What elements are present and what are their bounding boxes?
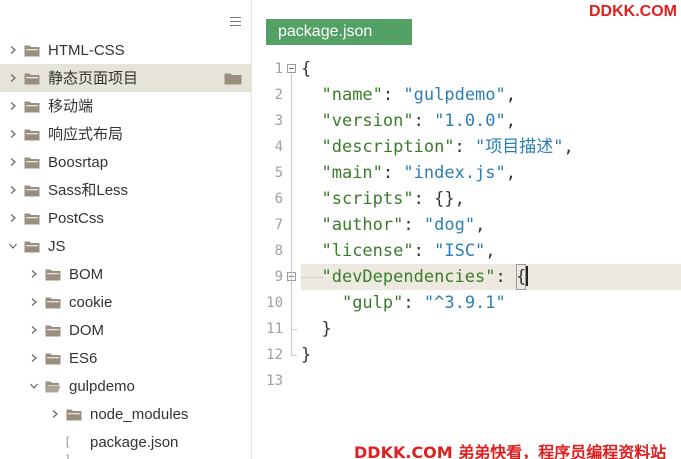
tree-item-label: package.json bbox=[90, 434, 179, 451]
line-number: 10 bbox=[266, 295, 283, 311]
code-editor[interactable]: package.json 1 {2 "name": "gulpdemo", 3 "v… bbox=[253, 0, 681, 459]
folder-open-icon bbox=[45, 380, 61, 393]
line-number: 11 bbox=[266, 321, 283, 337]
line-number: 2 bbox=[274, 87, 283, 103]
chevron-right-icon[interactable] bbox=[8, 213, 18, 223]
tree-item-html-css[interactable]: HTML-CSS bbox=[0, 36, 252, 64]
line-number: 6 bbox=[274, 191, 283, 207]
folder-icon bbox=[45, 324, 61, 337]
folder-icon bbox=[24, 240, 40, 253]
open-folder-action-icon[interactable] bbox=[224, 72, 242, 85]
tree-item-package-json[interactable]: [ ] package.json bbox=[0, 428, 252, 459]
folder-icon bbox=[45, 268, 61, 281]
chevron-right-icon[interactable] bbox=[8, 157, 18, 167]
tree-item-label: ES6 bbox=[69, 350, 98, 367]
folder-icon bbox=[24, 72, 40, 85]
tree-item-gulpdemo[interactable]: gulpdemo bbox=[0, 372, 252, 400]
folder-icon bbox=[24, 184, 40, 197]
code-line[interactable]: "main": "index.js", bbox=[301, 160, 516, 186]
line-number: 5 bbox=[274, 165, 283, 181]
chevron-right-icon[interactable] bbox=[8, 73, 18, 83]
folder-icon bbox=[24, 44, 40, 57]
hamburger-menu-icon[interactable] bbox=[230, 17, 241, 26]
fold-guide bbox=[291, 74, 292, 355]
tree-item-label: 响应式布局 bbox=[48, 126, 124, 143]
code-line[interactable]: "version": "1.0.0", bbox=[301, 108, 516, 134]
chevron-right-icon[interactable] bbox=[8, 101, 18, 111]
folder-icon bbox=[24, 156, 40, 169]
chevron-down-icon[interactable] bbox=[29, 381, 39, 391]
watermark-top: DDKK.COM bbox=[589, 3, 677, 20]
tree-item-label: gulpdemo bbox=[69, 378, 135, 395]
tree-item-sass-less[interactable]: Sass和Less bbox=[0, 176, 252, 204]
tree-item-boosrtap[interactable]: Boosrtap bbox=[0, 148, 252, 176]
code-line[interactable]: } bbox=[301, 342, 311, 368]
tree-item-label: cookie bbox=[69, 294, 113, 311]
tree-item-cookie[interactable]: cookie bbox=[0, 288, 252, 316]
tree-item-es6[interactable]: ES6 bbox=[0, 344, 252, 372]
chevron-right-icon[interactable] bbox=[29, 297, 39, 307]
chevron-right-icon[interactable] bbox=[29, 269, 39, 279]
code-line[interactable]: } bbox=[301, 316, 331, 342]
tree-item-label: BOM bbox=[69, 266, 104, 283]
tree-item-label: Boosrtap bbox=[48, 154, 109, 171]
line-number: 1 bbox=[274, 61, 283, 77]
fold-guide-end bbox=[291, 355, 297, 356]
line-number: 4 bbox=[274, 139, 283, 155]
tree-item-postcss[interactable]: PostCss bbox=[0, 204, 252, 232]
line-number: 3 bbox=[274, 113, 283, 129]
tree-item-js[interactable]: JS bbox=[0, 232, 252, 260]
code-line[interactable]: "devDependencies": { bbox=[301, 264, 529, 290]
chevron-right-icon[interactable] bbox=[50, 409, 60, 419]
line-number: 8 bbox=[274, 243, 283, 259]
code-line[interactable]: "description": "项目描述", bbox=[301, 134, 573, 160]
chevron-down-icon[interactable] bbox=[8, 241, 18, 251]
folder-icon bbox=[24, 212, 40, 225]
tree-item-label: DOM bbox=[69, 322, 104, 339]
line-number: 9 bbox=[274, 269, 283, 285]
file-tree-sidebar: HTML-CSS 静态页面项目 移动端响应式布局 Boosrtap Sass和Less P… bbox=[0, 0, 252, 459]
code-line[interactable]: "author": "dog", bbox=[301, 212, 485, 238]
tree-item-item-1[interactable]: 静态页面项目 bbox=[0, 64, 252, 92]
line-number: 7 bbox=[274, 217, 283, 233]
tree-item-label: JS bbox=[48, 238, 66, 255]
tree-item-item-3[interactable]: 响应式布局 bbox=[0, 120, 252, 148]
tree-item-dom[interactable]: DOM bbox=[0, 316, 252, 344]
folder-icon bbox=[45, 296, 61, 309]
code-line[interactable]: "license": "ISC", bbox=[301, 238, 495, 264]
tree-item-item-2[interactable]: 移动端 bbox=[0, 92, 252, 120]
code-line[interactable]: "scripts": {}, bbox=[301, 186, 464, 212]
tree-item-label: Sass和Less bbox=[48, 182, 129, 199]
fold-toggle-icon[interactable] bbox=[287, 64, 296, 73]
tree-item-node-modules[interactable]: node_modules bbox=[0, 400, 252, 428]
chevron-right-icon[interactable] bbox=[8, 129, 18, 139]
folder-icon bbox=[24, 100, 40, 113]
code-line[interactable]: "gulp": "^3.9.1" bbox=[301, 290, 506, 316]
chevron-right-icon[interactable] bbox=[8, 185, 18, 195]
chevron-right-icon[interactable] bbox=[29, 325, 39, 335]
folder-icon bbox=[66, 408, 82, 421]
chevron-right-icon[interactable] bbox=[8, 45, 18, 55]
folder-icon bbox=[45, 352, 61, 365]
json-file-icon: [ ] bbox=[64, 435, 72, 459]
tree-item-bom[interactable]: BOM bbox=[0, 260, 252, 288]
sidebar-header bbox=[0, 0, 251, 36]
fold-guide-end bbox=[291, 329, 297, 330]
tree-item-label: HTML-CSS bbox=[48, 42, 125, 59]
watermark-bottom: DDKK.COM 弟弟快看，程序员编程资料站 bbox=[354, 443, 667, 459]
tree-item-label: node_modules bbox=[90, 406, 189, 423]
line-number: 12 bbox=[266, 347, 283, 363]
code-line[interactable]: { bbox=[301, 56, 311, 82]
chevron-right-icon[interactable] bbox=[29, 353, 39, 363]
code-line[interactable]: "name": "gulpdemo", bbox=[301, 82, 516, 108]
tree-item-label: 移动端 bbox=[48, 98, 94, 115]
tab-package-json[interactable]: package.json bbox=[266, 19, 412, 45]
folder-icon bbox=[24, 128, 40, 141]
line-number: 13 bbox=[266, 373, 283, 389]
tree-item-label: PostCss bbox=[48, 210, 104, 227]
tree-item-label: 静态页面项目 bbox=[48, 70, 139, 87]
